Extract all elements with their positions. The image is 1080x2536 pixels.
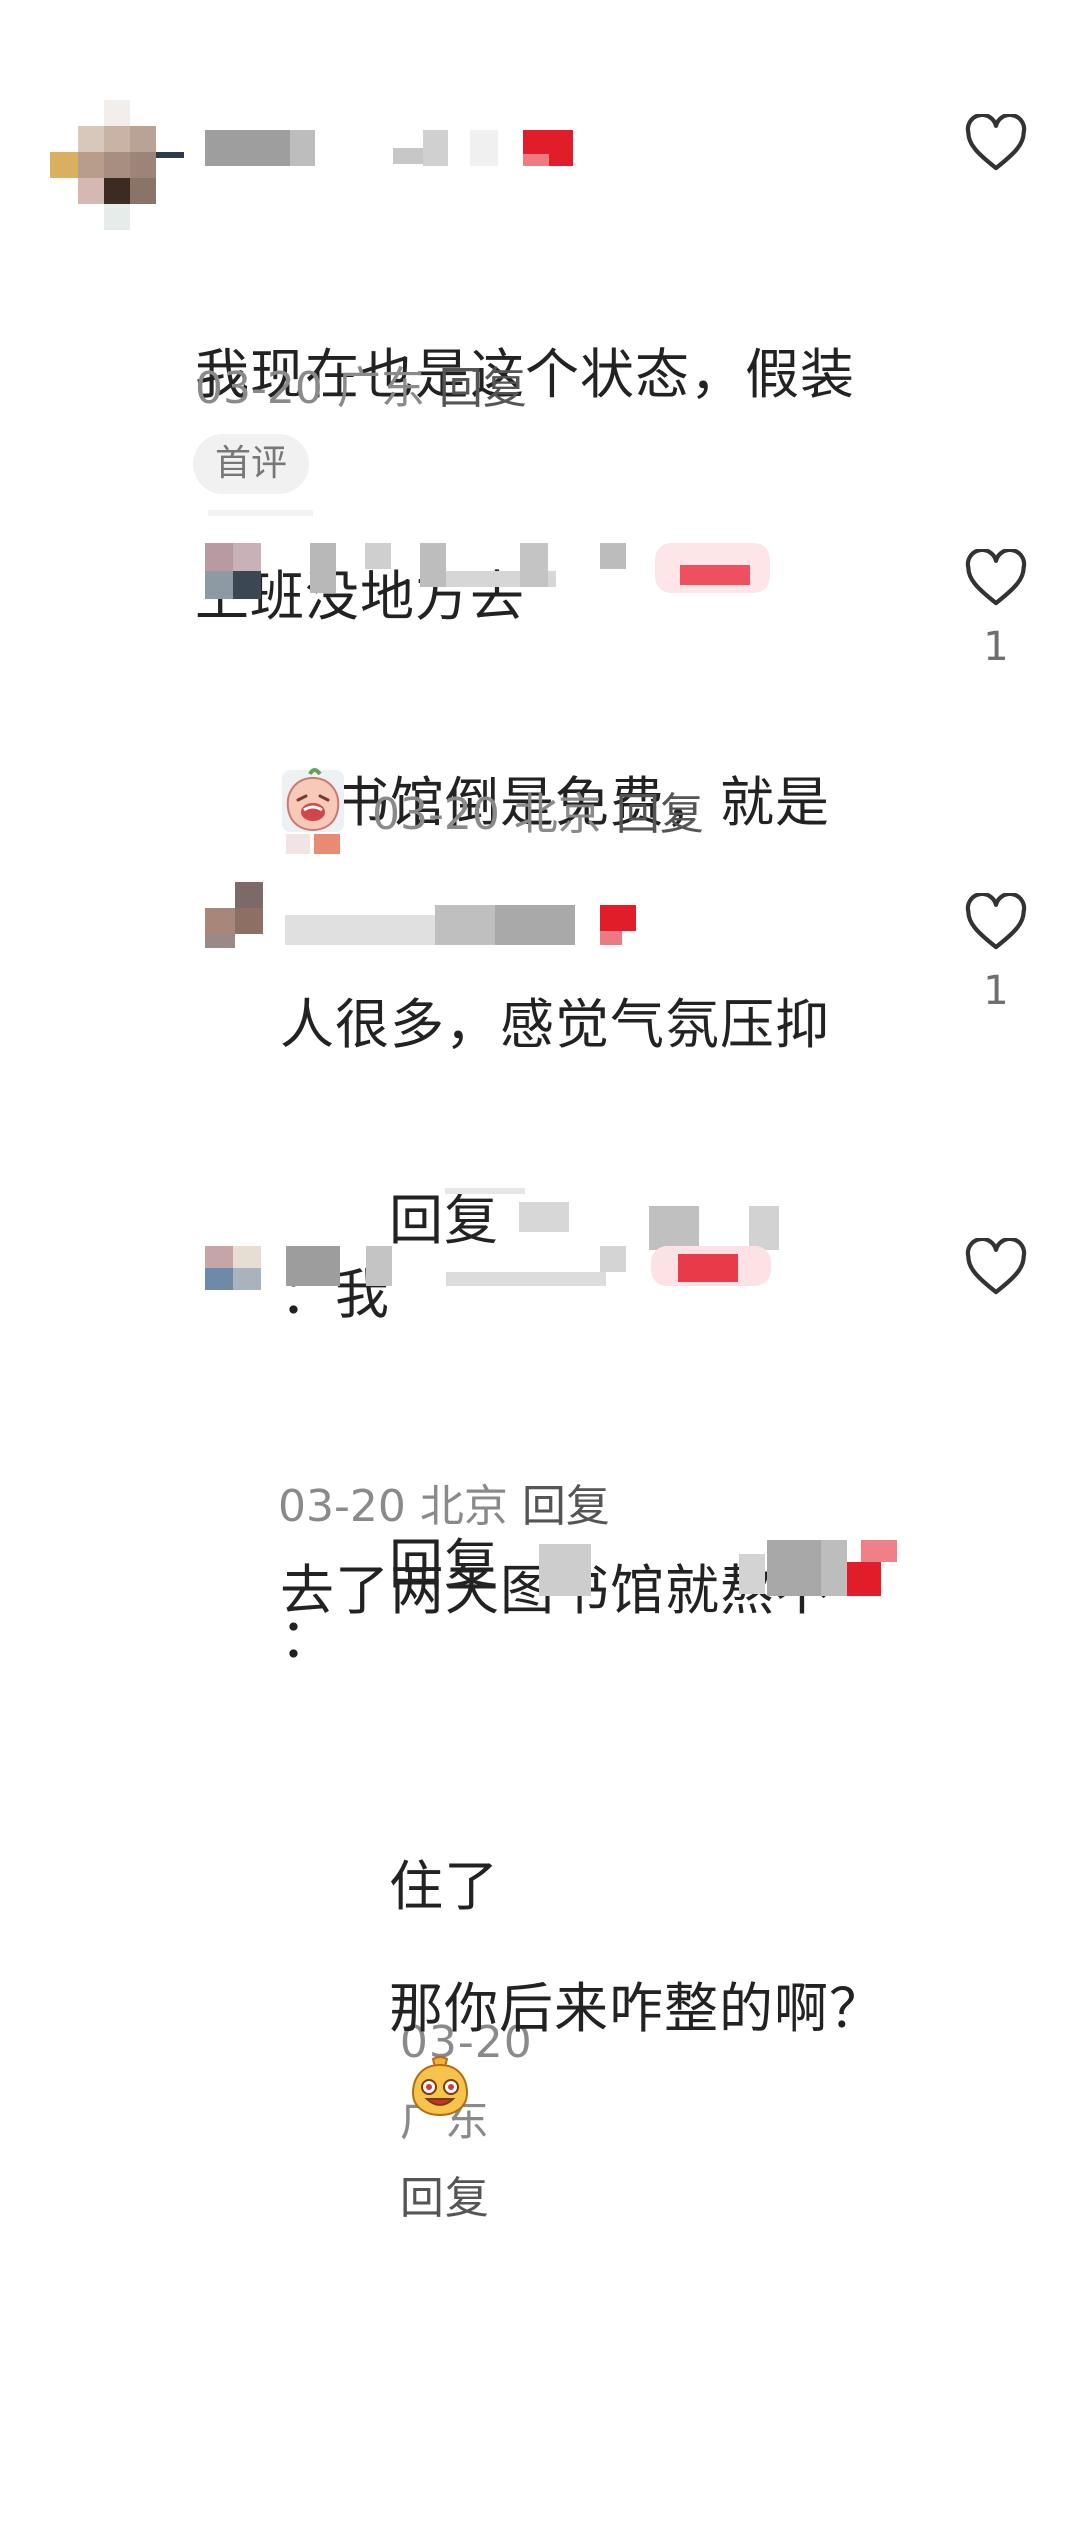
reply-button[interactable]: 回复 <box>616 789 704 840</box>
comment-meta: 03-20 北京 回复 <box>372 778 704 842</box>
comment-meta: 03-20 北京 回复 <box>278 1470 610 1534</box>
like-heart-icon[interactable] <box>964 114 1028 172</box>
reply-button[interactable]: 回复 <box>439 363 527 414</box>
reply-colon: ： <box>280 1607 335 1670</box>
first-comment-badge: 首评 <box>193 434 310 494</box>
crying-face-sticker <box>282 768 344 854</box>
comment-location: 北京 <box>419 1481 508 1532</box>
comment-date: 03-20 <box>372 789 500 840</box>
mentioned-username-blurred[interactable] <box>499 1196 884 1252</box>
comment-location: 广东 <box>336 363 425 414</box>
avatar[interactable] <box>205 882 265 948</box>
reply-prefix: 回复 <box>389 1189 499 1252</box>
username-blurred[interactable] <box>285 905 655 957</box>
comment-location: 北京 <box>513 789 602 840</box>
like-heart-icon[interactable] <box>964 1238 1028 1296</box>
like-count: 1 <box>983 624 1009 670</box>
mentioned-username-blurred[interactable] <box>499 1540 899 1597</box>
reply-prefix: 回复 <box>389 1533 499 1596</box>
blur-remnant <box>445 1188 525 1194</box>
comment-meta: 03-20 广东 回复 <box>195 352 527 416</box>
grinning-face-sticker <box>411 2056 469 2117</box>
username-blurred[interactable] <box>205 124 585 172</box>
reply-button[interactable]: 回复 <box>522 1481 610 1532</box>
like-count: 1 <box>983 968 1009 1014</box>
avatar[interactable] <box>50 100 184 230</box>
comment-date: 03-20 <box>195 363 323 414</box>
avatar[interactable] <box>205 1246 261 1290</box>
like-heart-icon[interactable] <box>964 893 1028 951</box>
username-blurred[interactable] <box>310 543 780 593</box>
comment-date: 03-20 <box>278 1481 406 1532</box>
comment-text: 回复 ： 那你后来咋整的啊？ <box>280 1306 920 2342</box>
username-blurred[interactable] <box>286 1246 776 1290</box>
avatar[interactable] <box>205 543 261 599</box>
like-heart-icon[interactable] <box>964 549 1028 607</box>
divider <box>208 510 313 516</box>
